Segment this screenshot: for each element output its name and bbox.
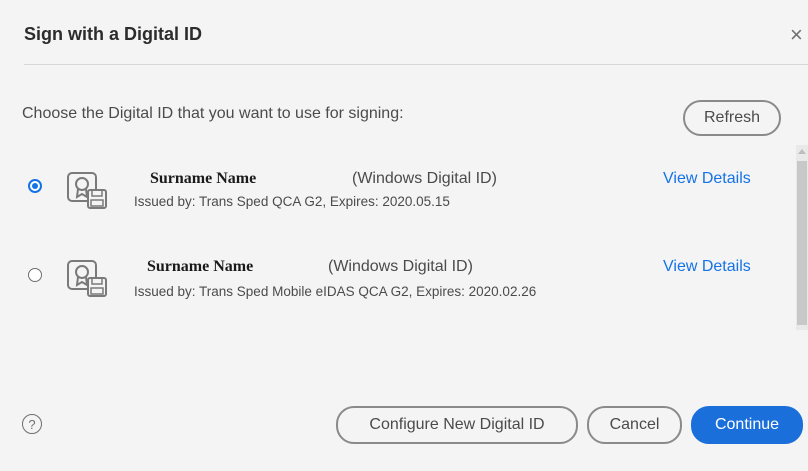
digital-id-row[interactable]: Surname Name (Windows Digital ID) Issued… — [0, 170, 790, 230]
id-issued-by: Issued by: Trans Sped Mobile eIDAS QCA G… — [134, 284, 537, 299]
radio-unselected[interactable] — [28, 268, 42, 282]
title-divider — [24, 64, 808, 65]
cancel-button[interactable]: Cancel — [587, 406, 682, 444]
close-icon[interactable]: × — [790, 24, 803, 46]
id-name: Surname Name — [147, 258, 254, 275]
dialog-title: Sign with a Digital ID — [24, 24, 203, 44]
scroll-thumb[interactable] — [797, 161, 807, 325]
help-icon[interactable]: ? — [22, 414, 42, 434]
id-name: Surname Name — [150, 170, 257, 187]
configure-new-digital-id-button[interactable]: Configure New Digital ID — [336, 406, 578, 444]
refresh-button[interactable]: Refresh — [683, 100, 781, 136]
view-details-link[interactable]: View Details — [663, 170, 751, 188]
digital-id-list: Surname Name (Windows Digital ID) Issued… — [0, 150, 808, 335]
digital-id-icon — [67, 172, 107, 209]
continue-button[interactable]: Continue — [691, 406, 803, 444]
list-scrollbar[interactable] — [796, 145, 808, 330]
id-type: (Windows Digital ID) — [352, 170, 497, 187]
digital-id-icon — [67, 260, 107, 297]
radio-selected[interactable] — [28, 179, 42, 193]
instruction-text: Choose the Digital ID that you want to u… — [22, 105, 404, 122]
id-issued-by: Issued by: Trans Sped QCA G2, Expires: 2… — [134, 194, 450, 209]
sign-digital-id-dialog: Sign with a Digital ID × Choose the Digi… — [0, 0, 808, 471]
scroll-up-arrow-icon[interactable] — [798, 149, 806, 154]
view-details-link[interactable]: View Details — [663, 258, 751, 276]
digital-id-row[interactable]: Surname Name (Windows Digital ID) Issued… — [0, 258, 790, 318]
id-type: (Windows Digital ID) — [328, 258, 473, 275]
